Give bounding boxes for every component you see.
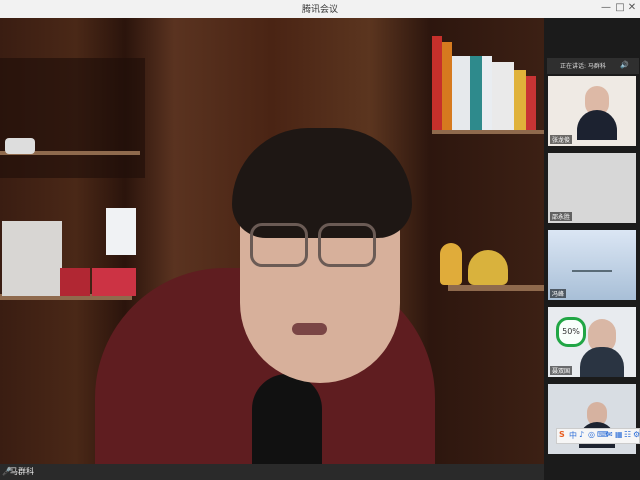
video-status-bar: [0, 464, 544, 480]
book-white: [452, 56, 470, 130]
mic-icon: 🎤: [2, 467, 12, 476]
participant-thumbnail-4[interactable]: 50% 聂双国: [548, 307, 636, 377]
gourd-1: [440, 243, 462, 285]
shelf-plank-right-bottom: [448, 285, 544, 291]
person-shirt: [252, 374, 322, 464]
minimize-button[interactable]: —: [600, 2, 612, 14]
sogou-icon[interactable]: S: [559, 430, 565, 439]
window-title: 腾讯会议: [301, 5, 338, 15]
voice-icon[interactable]: ♪: [579, 430, 584, 439]
glasses-right-lens: [318, 223, 376, 267]
blue-box: [106, 208, 136, 255]
cup-set: [5, 138, 35, 154]
book-gray: [492, 62, 514, 130]
settings-icon[interactable]: ⚙: [633, 430, 640, 439]
gourd-2: [468, 250, 508, 285]
white-box: [2, 221, 62, 296]
book-orange: [442, 42, 452, 130]
shelf-plank-right-top: [432, 130, 544, 134]
speaking-header-text: 正在讲话: 马群科: [560, 63, 606, 70]
person-hair: [232, 128, 412, 238]
message-icon[interactable]: ✉: [606, 430, 613, 439]
restore-button[interactable]: □: [614, 2, 626, 14]
grid-icon[interactable]: ▦: [615, 430, 623, 439]
book-red-2: [526, 76, 536, 130]
book-teal: [470, 56, 482, 130]
participant-name: 邵永胜: [550, 212, 573, 221]
window-titlebar: 腾讯会议 — □ ✕: [0, 0, 640, 19]
participant-name: 冯峰: [550, 289, 567, 298]
book-white-2: [482, 56, 492, 130]
participant-thumbnail-3[interactable]: 冯峰: [548, 230, 636, 300]
menu-icon[interactable]: ☷: [624, 430, 631, 439]
chinese-input-icon[interactable]: 中: [569, 430, 577, 441]
person-mouth: [292, 323, 327, 335]
book-yellow: [514, 70, 526, 130]
red-box-2: [92, 268, 136, 296]
thumb-body: [577, 110, 617, 140]
main-participant-name: 马群科: [10, 467, 34, 476]
landscape-line: [572, 270, 612, 272]
glasses-left-lens: [250, 223, 308, 267]
shelf-left-top: [0, 58, 145, 178]
participant-name: 聂双国: [550, 366, 573, 375]
progress-badge: 50%: [556, 317, 586, 347]
red-box-1: [60, 268, 90, 296]
participant-thumbnail-2[interactable]: 邵永胜: [548, 153, 636, 223]
close-button[interactable]: ✕: [626, 2, 638, 14]
thumb-body: [580, 347, 624, 377]
participant-thumbnail-1[interactable]: 张龙俊: [548, 76, 636, 146]
main-video-feed: [0, 18, 544, 464]
participant-name: 张龙俊: [550, 135, 573, 144]
tool-strip: S 中 ♪ ◎ ⌨ ✉ ▦ ☷ ⚙: [556, 428, 640, 444]
speaker-icon: 🔊: [620, 61, 629, 69]
book-red: [432, 36, 442, 130]
emoji-icon[interactable]: ◎: [588, 430, 595, 439]
